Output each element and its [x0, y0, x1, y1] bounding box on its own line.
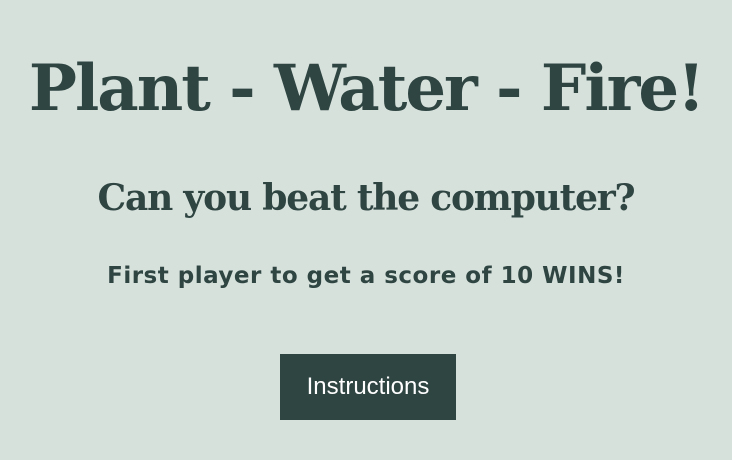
win-condition-text: First player to get a score of 10 WINS! — [107, 263, 625, 289]
game-title: Plant - Water - Fire! — [28, 51, 705, 126]
game-start-screen: Plant - Water - Fire! Can you beat the c… — [0, 0, 732, 460]
game-subtitle: Can you beat the computer? — [97, 177, 636, 219]
instructions-button[interactable]: Instructions — [280, 354, 456, 420]
